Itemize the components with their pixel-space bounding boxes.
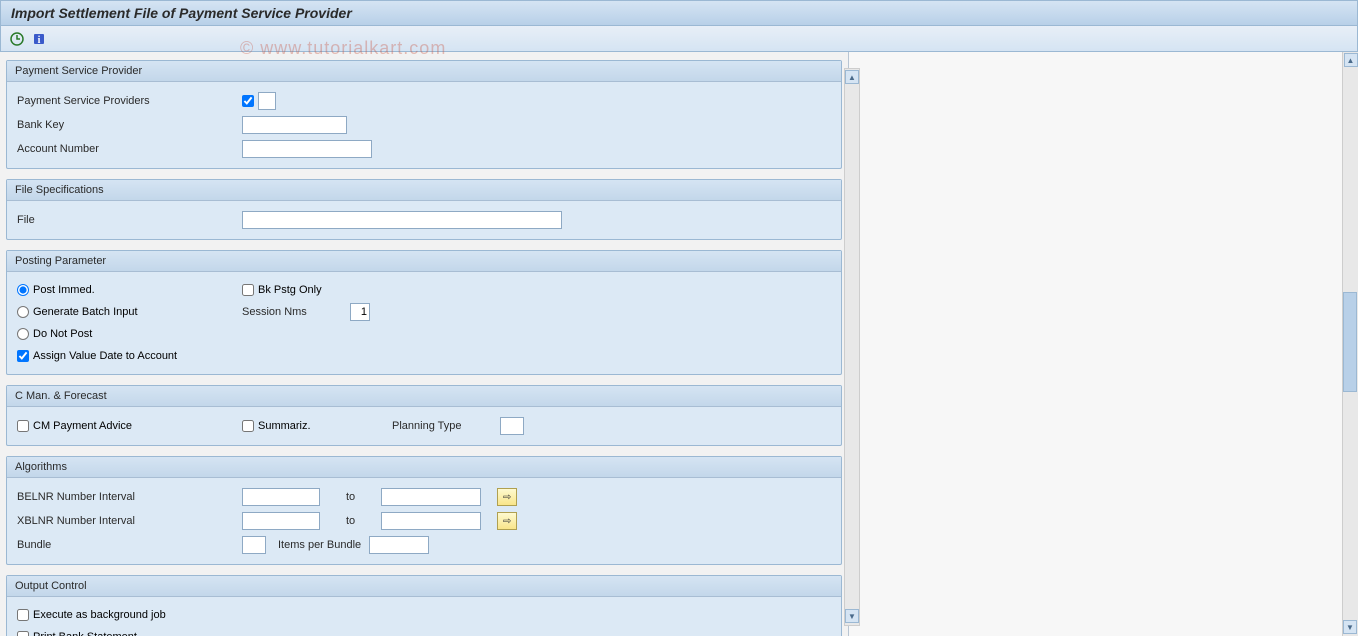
belnr-from-input[interactable] — [242, 488, 320, 506]
main-scroll-up-button[interactable]: ▲ — [845, 70, 859, 84]
bundle-input[interactable] — [242, 536, 266, 554]
print-bank-label: Print Bank Statement — [33, 631, 137, 636]
info-icon[interactable]: i — [31, 31, 47, 47]
summariz-checkbox[interactable] — [242, 420, 254, 432]
do-not-post-label: Do Not Post — [33, 328, 92, 340]
bank-key-label: Bank Key — [17, 119, 242, 131]
execute-icon[interactable] — [9, 31, 25, 47]
xblnr-label: XBLNR Number Interval — [17, 515, 242, 527]
right-pane: ▲ ▼ — [848, 52, 1358, 636]
cm-payment-advice-label: CM Payment Advice — [33, 420, 132, 432]
belnr-more-button[interactable]: ⇨ — [497, 488, 517, 506]
bundle-label: Bundle — [17, 539, 242, 551]
file-label: File — [17, 214, 242, 226]
group-algorithms: Algorithms BELNR Number Interval to ⇨ XB… — [6, 456, 842, 565]
session-nms-input[interactable] — [350, 303, 370, 321]
xblnr-from-input[interactable] — [242, 512, 320, 530]
assign-value-date-checkbox[interactable] — [17, 350, 29, 362]
content-wrap: Payment Service Provider Payment Service… — [0, 52, 1358, 636]
bk-pstg-only-checkbox[interactable] — [242, 284, 254, 296]
bk-pstg-only-label: Bk Pstg Only — [258, 284, 322, 296]
items-per-bundle-label: Items per Bundle — [278, 539, 361, 551]
summariz-label: Summariz. — [258, 420, 311, 432]
xblnr-more-button[interactable]: ⇨ — [497, 512, 517, 530]
post-immed-label: Post Immed. — [33, 284, 95, 296]
planning-type-input[interactable] — [500, 417, 524, 435]
scrollbar-vertical[interactable]: ▲ ▼ — [1342, 52, 1358, 636]
file-input[interactable] — [242, 211, 562, 229]
group-header-output: Output Control — [7, 576, 841, 597]
generate-batch-label: Generate Batch Input — [33, 306, 138, 318]
group-payment-service-provider: Payment Service Provider Payment Service… — [6, 60, 842, 169]
group-header-algorithms: Algorithms — [7, 457, 841, 478]
cm-payment-advice-checkbox[interactable] — [17, 420, 29, 432]
scroll-down-button[interactable]: ▼ — [1343, 620, 1357, 634]
session-nms-label: Session Nms — [242, 306, 342, 318]
belnr-label: BELNR Number Interval — [17, 491, 242, 503]
xblnr-to-label: to — [346, 515, 355, 527]
providers-label: Payment Service Providers — [17, 95, 242, 107]
group-output-control: Output Control Execute as background job… — [6, 575, 842, 636]
do-not-post-radio[interactable] — [17, 328, 29, 340]
items-per-bundle-input[interactable] — [369, 536, 429, 554]
svg-text:i: i — [38, 35, 41, 46]
belnr-to-label: to — [346, 491, 355, 503]
bank-key-input[interactable] — [242, 116, 347, 134]
page-title-bar: Import Settlement File of Payment Servic… — [0, 0, 1358, 26]
scroll-thumb[interactable] — [1343, 292, 1357, 392]
planning-type-label: Planning Type — [392, 420, 492, 432]
group-posting-parameter: Posting Parameter Post Immed. Bk Pstg On… — [6, 250, 842, 375]
providers-checkbox[interactable] — [242, 95, 254, 107]
assign-value-date-label: Assign Value Date to Account — [33, 350, 177, 362]
arrow-right-icon: ⇨ — [503, 516, 511, 527]
group-header-psp: Payment Service Provider — [7, 61, 841, 82]
group-file-specifications: File Specifications File — [6, 179, 842, 240]
main-scroll-down-button[interactable]: ▼ — [845, 609, 859, 623]
exec-bg-checkbox[interactable] — [17, 609, 29, 621]
account-number-label: Account Number — [17, 143, 242, 155]
group-header-posting: Posting Parameter — [7, 251, 841, 272]
print-bank-checkbox[interactable] — [17, 631, 29, 636]
main-content: Payment Service Provider Payment Service… — [0, 52, 848, 636]
group-header-file: File Specifications — [7, 180, 841, 201]
account-number-input[interactable] — [242, 140, 372, 158]
group-header-forecast: C Man. & Forecast — [7, 386, 841, 407]
main-scrollbar-vertical[interactable]: ▲ ▼ — [844, 68, 860, 626]
exec-bg-label: Execute as background job — [33, 609, 166, 621]
arrow-right-icon: ⇨ — [503, 492, 511, 503]
belnr-to-input[interactable] — [381, 488, 481, 506]
providers-input[interactable] — [258, 92, 276, 110]
xblnr-to-input[interactable] — [381, 512, 481, 530]
scroll-up-button[interactable]: ▲ — [1344, 53, 1358, 67]
group-forecast: C Man. & Forecast CM Payment Advice Summ… — [6, 385, 842, 446]
page-title: Import Settlement File of Payment Servic… — [11, 5, 352, 21]
generate-batch-radio[interactable] — [17, 306, 29, 318]
toolbar: i — [0, 26, 1358, 52]
post-immed-radio[interactable] — [17, 284, 29, 296]
